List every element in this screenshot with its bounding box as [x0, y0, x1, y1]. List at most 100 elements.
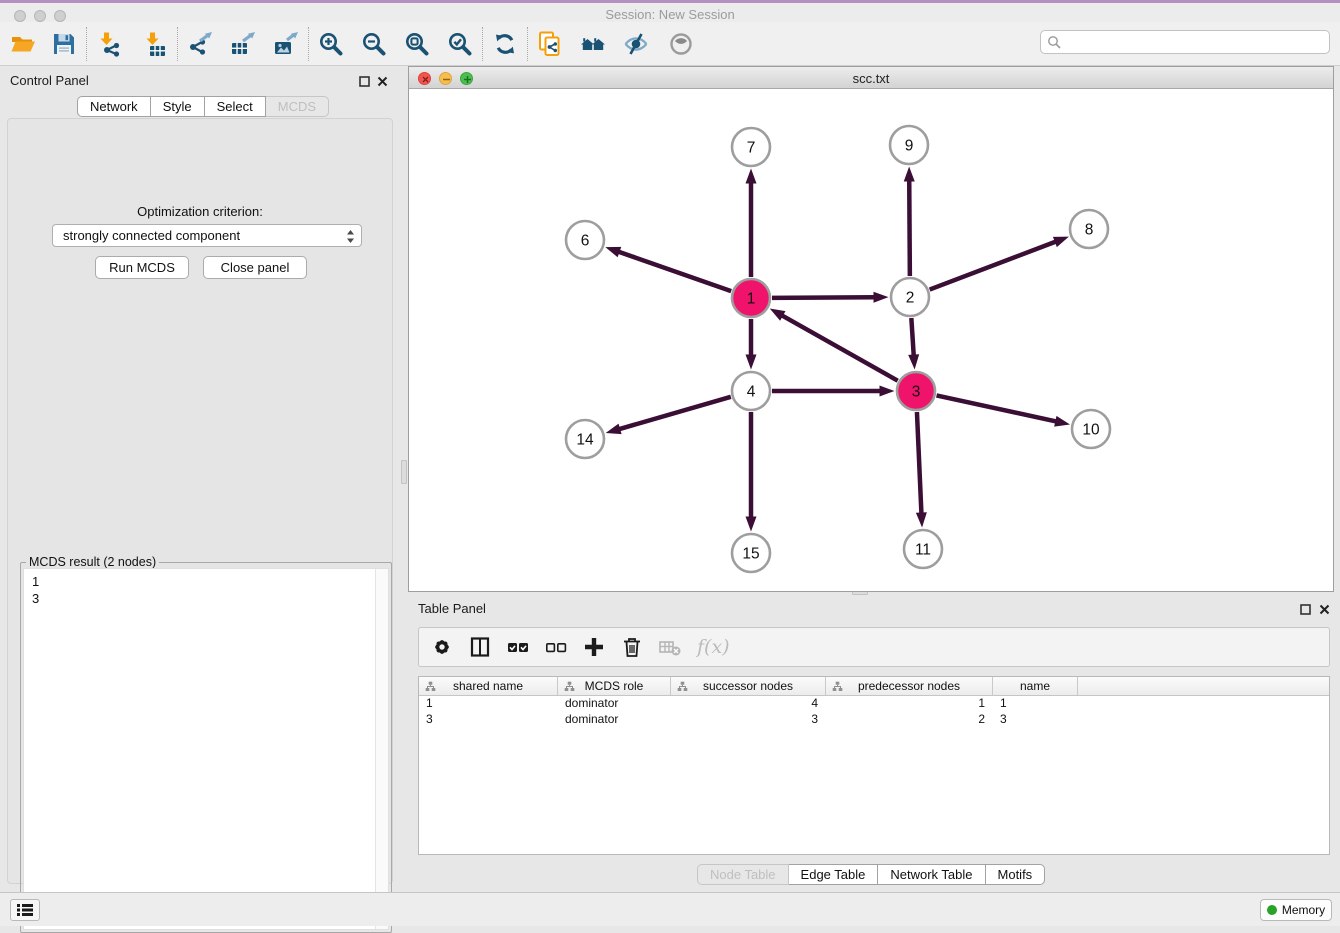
column-header-predecessor-nodes[interactable]: predecessor nodes — [826, 677, 993, 695]
graph-node-label: 1 — [747, 291, 756, 308]
toolbar-separator — [482, 27, 483, 61]
graph-edge-2-9[interactable] — [909, 179, 910, 276]
tab-style[interactable]: Style — [151, 96, 205, 117]
column-tree-icon — [425, 681, 436, 692]
hide-selected-eye-slash-icon[interactable] — [623, 31, 649, 57]
table-options-gear-icon[interactable] — [429, 634, 455, 660]
import-table-icon[interactable] — [142, 31, 168, 57]
toolbar-separator — [177, 27, 178, 61]
cell-successor-nodes[interactable]: 4 — [671, 696, 826, 712]
cell-shared-name[interactable]: 1 — [419, 696, 558, 712]
cell-predecessor-nodes[interactable]: 2 — [826, 712, 993, 728]
apply-layout-icon[interactable] — [492, 31, 518, 57]
graph-edge-arrowhead — [880, 386, 895, 397]
graph-node-label: 11 — [915, 542, 931, 559]
vertical-splitter-handle[interactable] — [401, 460, 407, 484]
graph-edge-4-14[interactable] — [618, 397, 731, 430]
zoom-in-icon[interactable] — [318, 31, 344, 57]
table-row[interactable]: 1 dominator 4 1 1 — [419, 696, 1329, 712]
show-all-eye-icon — [668, 31, 694, 57]
cell-predecessor-nodes[interactable]: 1 — [826, 696, 993, 712]
column-header-mcds-role[interactable]: MCDS role — [558, 677, 671, 695]
graph-edge-arrowhead — [746, 355, 757, 370]
graph-edge-3-10[interactable] — [937, 395, 1058, 421]
result-scrollbar[interactable] — [375, 569, 388, 929]
optimization-criterion-label: Optimization criterion: — [8, 204, 392, 219]
column-header-successor-nodes[interactable]: successor nodes — [671, 677, 826, 695]
control-panel: Control Panel Network Style Select MCDS … — [0, 66, 400, 892]
toolbar-separator — [86, 27, 87, 61]
import-network-icon[interactable] — [96, 31, 122, 57]
cell-successor-nodes[interactable]: 3 — [671, 712, 826, 728]
save-session-icon[interactable] — [51, 31, 77, 57]
cell-shared-name[interactable]: 3 — [419, 712, 558, 728]
open-file-icon[interactable] — [10, 31, 36, 57]
column-tree-icon — [832, 681, 843, 692]
graph-edge-1-6[interactable] — [618, 251, 732, 291]
tab-select[interactable]: Select — [205, 96, 266, 117]
export-table-icon[interactable] — [230, 31, 256, 57]
graph-edge-2-3[interactable] — [911, 318, 913, 357]
graph-edge-arrowhead — [904, 166, 915, 181]
tab-node-table[interactable]: Node Table — [697, 864, 789, 885]
mcds-result-line: 1 — [32, 573, 388, 590]
search-field[interactable] — [1040, 30, 1330, 54]
graph-edge-arrowhead — [916, 512, 927, 527]
search-icon — [1047, 35, 1061, 49]
network-window-titlebar[interactable]: scc.txt — [409, 67, 1333, 89]
cell-mcds-role[interactable]: dominator — [558, 696, 671, 712]
mcds-result-textarea[interactable]: 1 3 — [23, 568, 389, 930]
create-new-column-icon[interactable] — [581, 634, 607, 660]
graph-edge-arrowhead — [746, 169, 757, 184]
memory-button[interactable]: Memory — [1260, 899, 1332, 921]
table-row[interactable]: 3 dominator 3 2 3 — [419, 712, 1329, 728]
export-network-icon[interactable] — [187, 31, 213, 57]
zoom-fit-icon[interactable] — [404, 31, 430, 57]
graph-edge-1-2[interactable] — [772, 297, 876, 298]
search-input[interactable] — [1061, 33, 1329, 51]
zoom-out-icon[interactable] — [361, 31, 387, 57]
clone-network-view-icon[interactable] — [537, 31, 563, 57]
cell-name[interactable]: 3 — [993, 712, 1078, 728]
delete-columns-trash-icon[interactable] — [619, 634, 645, 660]
close-panel-button[interactable]: Close panel — [203, 256, 307, 279]
application-window: Session: New Session — [0, 0, 1340, 926]
table-header-row: shared name MCDS role successor nodes pr… — [419, 677, 1329, 696]
delete-table-icon — [657, 634, 683, 660]
graph-node-label: 8 — [1085, 222, 1094, 239]
graph-edge-2-8[interactable] — [930, 241, 1057, 289]
tab-network[interactable]: Network — [77, 96, 151, 117]
unselect-all-columns-icon[interactable] — [543, 634, 569, 660]
first-neighbors-icon[interactable] — [580, 31, 606, 57]
main-titlebar: Session: New Session — [0, 0, 1340, 22]
run-mcds-button[interactable]: Run MCDS — [95, 256, 189, 279]
optimization-criterion-dropdown[interactable]: strongly connected component — [52, 224, 362, 247]
tab-motifs[interactable]: Motifs — [986, 864, 1046, 885]
tab-edge-table[interactable]: Edge Table — [789, 864, 879, 885]
graph-edge-arrowhead — [1054, 416, 1070, 427]
show-columns-icon[interactable] — [467, 634, 493, 660]
graph-edge-3-1[interactable] — [781, 315, 898, 381]
float-panel-icon[interactable] — [359, 74, 370, 92]
cell-name[interactable]: 1 — [993, 696, 1078, 712]
zoom-selected-icon[interactable] — [447, 31, 473, 57]
cell-mcds-role[interactable]: dominator — [558, 712, 671, 728]
memory-label: Memory — [1282, 903, 1325, 917]
network-canvas[interactable]: 7968124314101511 — [409, 89, 1333, 591]
column-tree-icon — [564, 681, 575, 692]
node-table: shared name MCDS role successor nodes pr… — [418, 676, 1330, 855]
graph-edge-arrowhead — [606, 424, 622, 435]
tab-network-table[interactable]: Network Table — [878, 864, 985, 885]
close-table-panel-icon[interactable] — [1319, 602, 1330, 620]
graph-edge-arrowhead — [873, 292, 888, 303]
column-header-name[interactable]: name — [993, 677, 1078, 695]
graph-edge-3-11[interactable] — [917, 412, 922, 515]
tab-mcds[interactable]: MCDS — [266, 96, 329, 117]
column-header-shared-name[interactable]: shared name — [419, 677, 558, 695]
close-panel-icon[interactable] — [377, 74, 388, 92]
float-table-panel-icon[interactable] — [1300, 602, 1311, 620]
select-all-columns-icon[interactable] — [505, 634, 531, 660]
export-image-icon[interactable] — [273, 31, 299, 57]
mcds-result-groupbox: MCDS result (2 nodes) 1 3 — [20, 562, 392, 933]
task-history-button[interactable] — [10, 899, 40, 921]
